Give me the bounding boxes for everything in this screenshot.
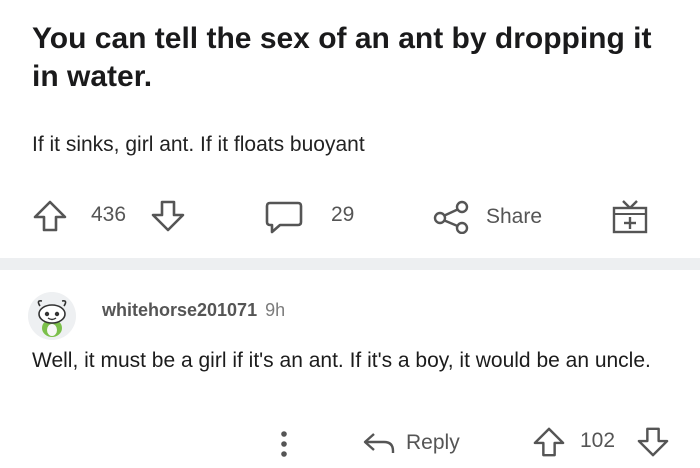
section-divider bbox=[0, 258, 700, 270]
comment-score: 102 bbox=[580, 429, 616, 452]
chat-bubble-icon bbox=[264, 199, 304, 235]
comment-upvote-button[interactable] bbox=[532, 426, 566, 458]
share-button[interactable]: Share bbox=[432, 200, 542, 234]
arrow-up-outline-icon bbox=[532, 426, 566, 458]
comment-meta: whitehorse201071 9h bbox=[102, 300, 285, 321]
post-action-bar: 436 29 Share bbox=[0, 192, 700, 240]
more-options-button[interactable] bbox=[276, 428, 292, 460]
comment: whitehorse201071 9h Well, it must be a g… bbox=[0, 270, 700, 468]
arrow-down-outline-icon bbox=[636, 426, 670, 458]
arrow-down-outline-icon bbox=[150, 199, 186, 233]
vertical-ellipsis-icon bbox=[276, 428, 292, 460]
post-title[interactable]: You can tell the sex of an ant by droppi… bbox=[32, 20, 672, 96]
award-button[interactable] bbox=[610, 196, 650, 236]
comments-button[interactable] bbox=[264, 199, 304, 235]
avatar[interactable] bbox=[28, 292, 76, 340]
downvote-button[interactable] bbox=[150, 199, 186, 233]
comment-text: Well, it must be a girl if it's an ant. … bbox=[32, 349, 651, 372]
post-body: If it sinks, girl ant. If it floats buoy… bbox=[32, 133, 365, 156]
post: You can tell the sex of an ant by droppi… bbox=[0, 0, 700, 258]
snoo-avatar-icon bbox=[28, 292, 76, 340]
share-nodes-icon bbox=[432, 200, 470, 234]
comments-count: 29 bbox=[331, 203, 355, 226]
comment-action-bar: Reply 102 bbox=[0, 422, 700, 462]
arrow-up-outline-icon bbox=[32, 199, 68, 233]
reply-label: Reply bbox=[406, 431, 460, 454]
upvote-button[interactable] bbox=[32, 199, 68, 233]
gift-box-icon bbox=[610, 196, 650, 236]
post-score: 436 bbox=[91, 203, 127, 226]
comment-age: 9h bbox=[265, 300, 286, 320]
comment-username[interactable]: whitehorse201071 bbox=[102, 300, 257, 321]
share-label: Share bbox=[486, 205, 543, 228]
reply-arrow-icon bbox=[362, 428, 396, 458]
reply-button[interactable]: Reply bbox=[362, 428, 460, 458]
comment-downvote-button[interactable] bbox=[636, 426, 670, 458]
